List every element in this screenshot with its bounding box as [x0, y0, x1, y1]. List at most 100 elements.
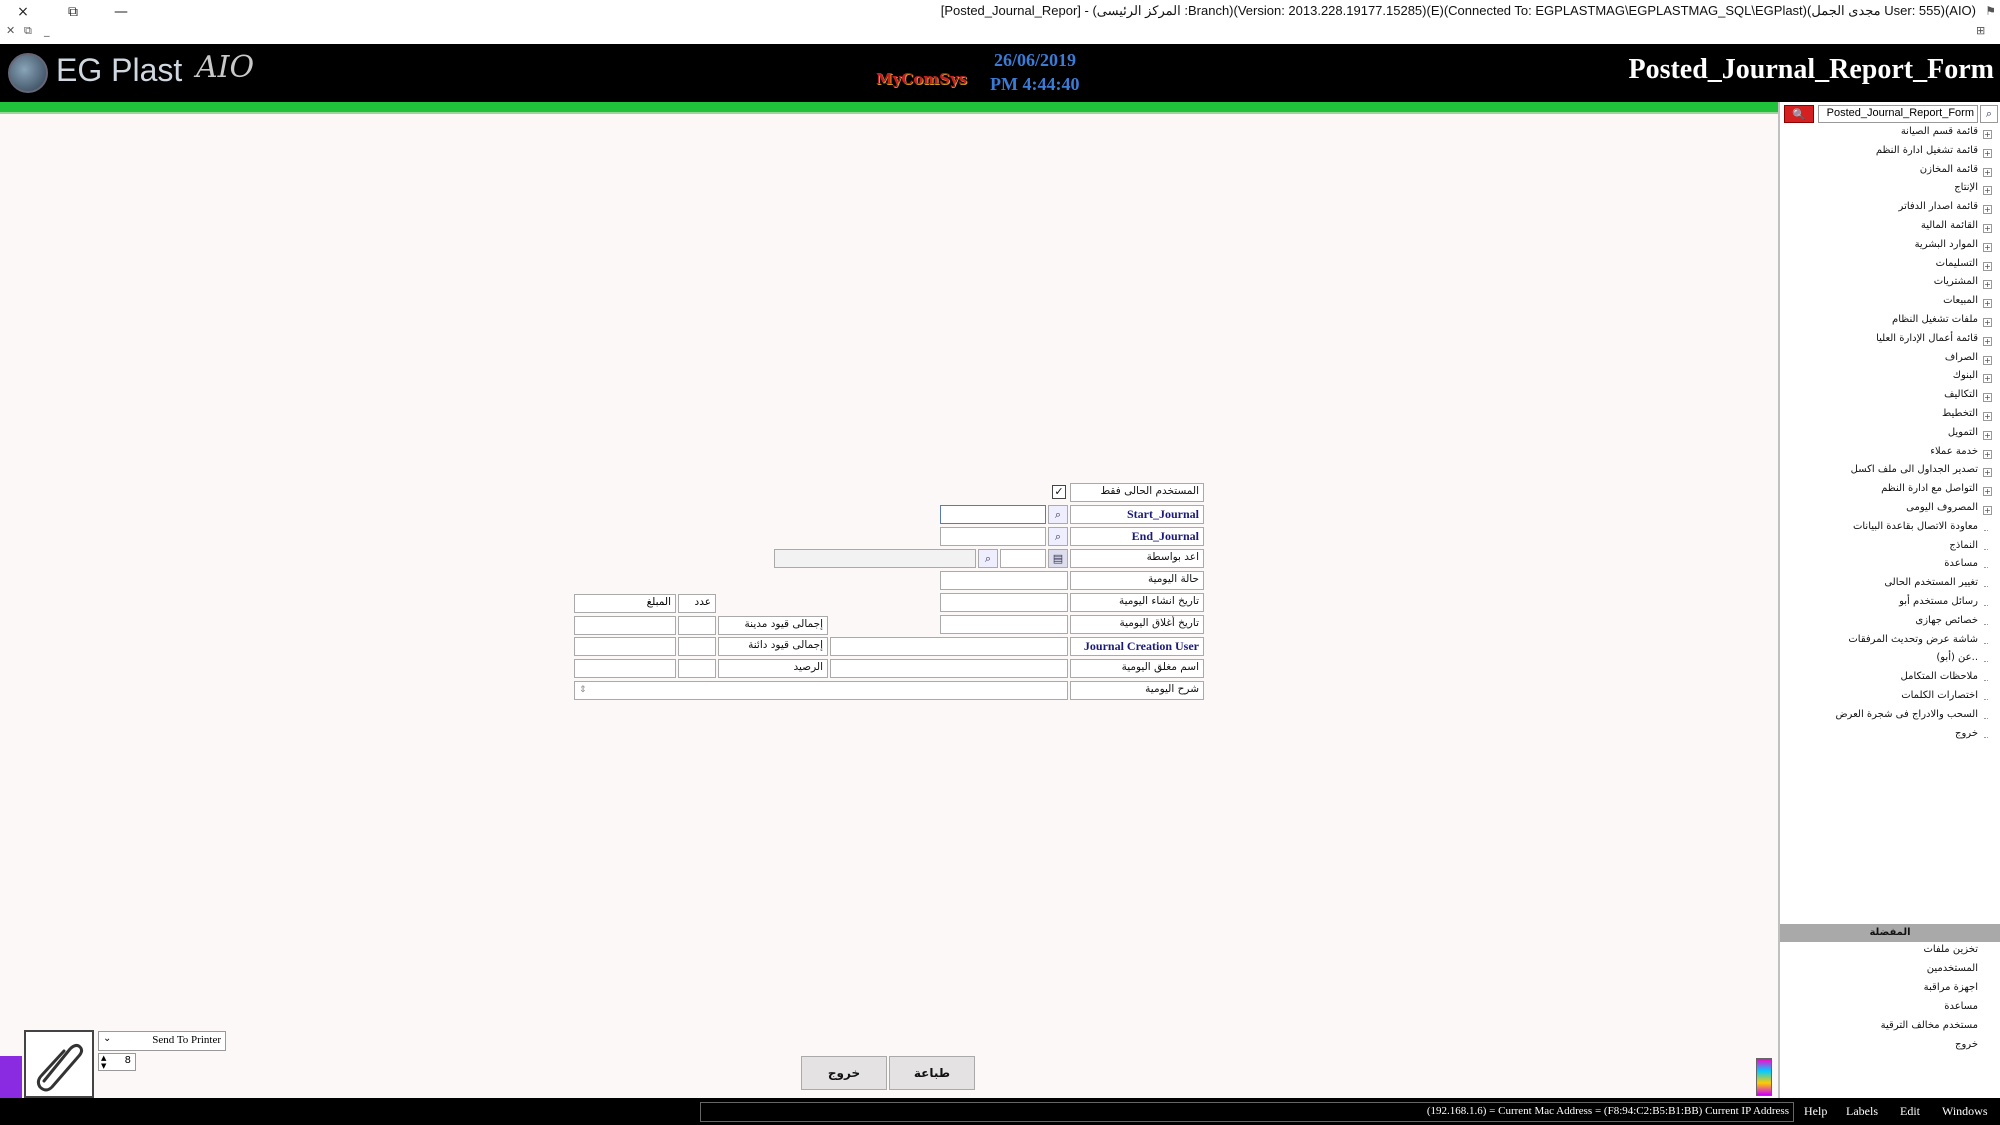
tree-item[interactable]: التكاليف + [1780, 389, 2000, 408]
tree-item[interactable]: رسائل مستخدم أبو [1780, 596, 2000, 615]
expand-icon[interactable]: + [1983, 393, 1992, 403]
end-journal-search-icon[interactable]: ⌕ [1048, 527, 1068, 546]
expand-icon[interactable]: + [1983, 148, 1992, 158]
tree-item[interactable]: تغيير المستخدم الحالى [1780, 577, 2000, 596]
color-palette-icon[interactable] [1756, 1058, 1772, 1096]
tree-item[interactable]: الإنتاج + [1780, 182, 2000, 201]
tree-item[interactable]: المشتريات + [1780, 276, 2000, 295]
favorite-item[interactable]: خروج [1780, 1039, 2000, 1058]
tree-item[interactable]: التخطيط + [1780, 408, 2000, 427]
tree-item[interactable]: السحب والادراج فى شجرة العرض [1780, 709, 2000, 728]
tree-item[interactable]: مساعدة [1780, 558, 2000, 577]
tree-item[interactable]: البنوك + [1780, 370, 2000, 389]
start-journal-input[interactable] [940, 505, 1046, 524]
end-journal-input[interactable] [940, 527, 1046, 546]
menu-windows[interactable]: Windows [1942, 1104, 1988, 1119]
expand-icon[interactable]: + [1983, 242, 1992, 252]
navigation-search-input[interactable]: Posted_Journal_Report_Form [1818, 105, 1978, 123]
tree-item[interactable]: المبيعات + [1780, 295, 2000, 314]
close-icon[interactable]: × [0, 0, 46, 24]
mdi-minimize-icon[interactable]: _ [44, 24, 50, 37]
tree-item[interactable]: المصروف اليومى + [1780, 502, 2000, 521]
navigation-tree: قائمة قسم الصيانة + قائمة تشغيل ادارة النظ… [1780, 126, 2000, 746]
tree-item[interactable]: قائمة اصدار الدفاتر + [1780, 201, 2000, 220]
expand-icon[interactable]: + [1983, 205, 1992, 215]
prepared-by-search-icon[interactable]: ⌕ [978, 549, 998, 568]
expand-icon[interactable]: + [1983, 280, 1992, 290]
attachment-button[interactable] [24, 1030, 94, 1098]
menu-help[interactable]: Help [1804, 1104, 1827, 1119]
tree-item[interactable]: خدمة عملاء + [1780, 446, 2000, 465]
flag-icon: ⚑ [1985, 4, 1996, 18]
copies-stepper[interactable]: ▲ ▼ 8 [98, 1053, 136, 1071]
tree-item[interactable]: النماذج [1780, 540, 2000, 559]
tree-item[interactable]: قائمة المخازن + [1780, 164, 2000, 183]
expand-icon[interactable]: + [1983, 505, 1992, 515]
tree-item[interactable]: عن (أبو).. [1780, 652, 2000, 671]
restore-icon[interactable]: ⧉ [50, 0, 96, 24]
expand-icon[interactable]: + [1983, 223, 1992, 233]
prepared-by-code-input[interactable] [1000, 549, 1046, 568]
exit-button[interactable]: خروج [801, 1056, 887, 1090]
favorite-item[interactable]: المستخدمين [1780, 963, 2000, 982]
tree-item[interactable]: شاشة عرض وتحديث المرفقات [1780, 634, 2000, 653]
balance-amount [574, 659, 676, 678]
count-header: عدد [694, 596, 711, 608]
tree-connector [1984, 698, 1988, 700]
expand-icon[interactable]: + [1983, 299, 1992, 309]
expand-icon[interactable]: + [1983, 374, 1992, 384]
tree-item[interactable]: اختصارات الكلمات [1780, 690, 2000, 709]
expand-icon[interactable]: + [1983, 261, 1992, 271]
mdi-window-icon[interactable]: ⊞ [1976, 24, 1985, 37]
tree-item[interactable]: الموارد البشرية + [1780, 239, 2000, 258]
menu-labels[interactable]: Labels [1846, 1104, 1878, 1119]
expand-icon[interactable]: + [1983, 167, 1992, 177]
tree-item[interactable]: الصراف + [1780, 352, 2000, 371]
expand-icon[interactable]: + [1983, 336, 1992, 346]
expand-icon[interactable]: + [1983, 430, 1992, 440]
tree-item[interactable]: التسليمات + [1780, 258, 2000, 277]
expand-icon[interactable]: + [1983, 130, 1992, 139]
tree-item[interactable]: قائمة أعمال الإدارة العليا + [1780, 333, 2000, 352]
favorite-item[interactable]: تخزين ملفات [1780, 944, 2000, 963]
expand-icon[interactable]: + [1983, 487, 1992, 497]
tree-item[interactable]: ملفات تشغيل النظام + [1780, 314, 2000, 333]
minimize-icon[interactable]: — [98, 0, 144, 24]
tree-item[interactable]: قائمة قسم الصيانة + [1780, 126, 2000, 145]
expand-icon[interactable]: + [1983, 411, 1992, 421]
tree-item[interactable]: خصائص جهازى [1780, 615, 2000, 634]
chevron-down-icon[interactable]: ⌄ [103, 1033, 111, 1044]
start-journal-search-icon[interactable]: ⌕ [1048, 505, 1068, 524]
tree-item[interactable]: ملاحظات المتكامل [1780, 671, 2000, 690]
send-to-printer-select[interactable]: ⌄ Send To Printer [98, 1031, 226, 1051]
menu-edit[interactable]: Edit [1900, 1104, 1920, 1119]
scroll-arrows-icon[interactable]: ⇕ [579, 685, 587, 695]
search-red-button[interactable]: 🔍 [1784, 105, 1814, 123]
tree-item[interactable]: التواصل مع ادارة النظم + [1780, 483, 2000, 502]
tree-item[interactable]: خروج [1780, 728, 2000, 747]
prepared-by-list-icon[interactable]: ▤ [1048, 549, 1068, 568]
current-user-only-checkbox[interactable]: ✓ [1052, 485, 1066, 499]
expand-icon[interactable]: + [1983, 355, 1992, 365]
favorite-item[interactable]: مساعدة [1780, 1001, 2000, 1020]
end-journal-label: End_Journal [1070, 527, 1204, 546]
search-icon[interactable]: ⌕ [1980, 105, 1998, 123]
stepper-arrows-icon[interactable]: ▲ ▼ [101, 1054, 106, 1070]
expand-icon[interactable]: + [1983, 317, 1992, 327]
mdi-close-icon[interactable]: ✕ [6, 24, 15, 37]
mdi-restore-icon[interactable]: ⧉ [24, 24, 32, 38]
expand-icon[interactable]: + [1983, 468, 1992, 478]
journal-description-field[interactable]: ⇕ [574, 681, 1068, 700]
print-button[interactable]: طباعة [889, 1056, 975, 1090]
tree-item[interactable]: تصدير الجداول الى ملف اكسل + [1780, 464, 2000, 483]
favorite-item[interactable]: مستخدم مخالف الترقية [1780, 1020, 2000, 1039]
tree-item[interactable]: التمويل + [1780, 427, 2000, 446]
favorite-item[interactable]: اجهزة مراقبة [1780, 982, 2000, 1001]
tree-item[interactable]: قائمة تشغيل ادارة النظم + [1780, 145, 2000, 164]
expand-icon[interactable]: + [1983, 449, 1992, 459]
expand-icon[interactable]: + [1983, 186, 1992, 196]
tree-item[interactable]: معاودة الاتصال بقاعدة البيانات [1780, 521, 2000, 540]
journal-close-date-field [940, 615, 1068, 634]
side-tab[interactable] [0, 1056, 22, 1098]
tree-item[interactable]: القائمة المالية + [1780, 220, 2000, 239]
